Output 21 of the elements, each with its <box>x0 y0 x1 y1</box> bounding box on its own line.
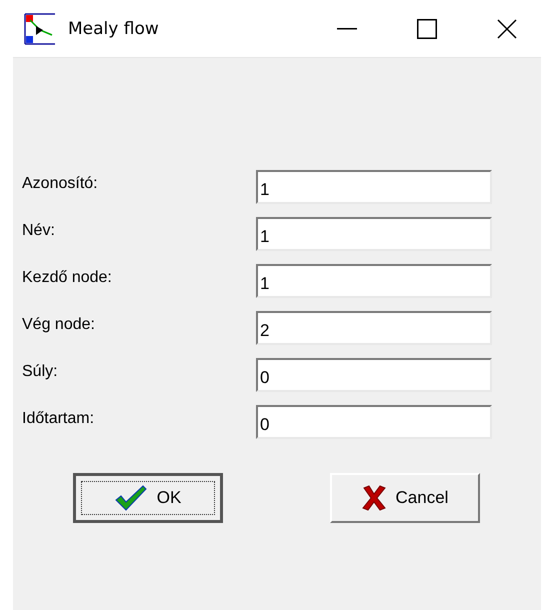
input-field[interactable]: 1 <box>256 264 492 298</box>
field-label: Súly: <box>22 362 59 381</box>
field-label: Kezdő node: <box>22 268 113 287</box>
input-field[interactable]: 0 <box>256 405 492 439</box>
close-icon <box>497 18 517 38</box>
app-logo-icon <box>24 12 56 44</box>
input-field[interactable]: 1 <box>256 170 492 204</box>
input-field[interactable]: 1 <box>256 217 492 251</box>
cross-icon <box>362 485 386 511</box>
field-label: Azonosító: <box>22 174 99 193</box>
field-label: Név: <box>22 221 56 240</box>
input-field[interactable]: 2 <box>256 311 492 345</box>
ok-button[interactable]: OK <box>73 473 223 523</box>
minimize-icon <box>337 28 357 30</box>
window-title: Mealy flow <box>68 18 160 38</box>
field-label: Vég node: <box>22 315 96 334</box>
checkmark-icon <box>114 485 147 511</box>
field-label: Időtartam: <box>22 409 96 428</box>
input-field[interactable]: 0 <box>256 358 492 392</box>
cancel-button[interactable]: Cancel <box>330 473 480 523</box>
maximize-icon <box>417 18 437 38</box>
